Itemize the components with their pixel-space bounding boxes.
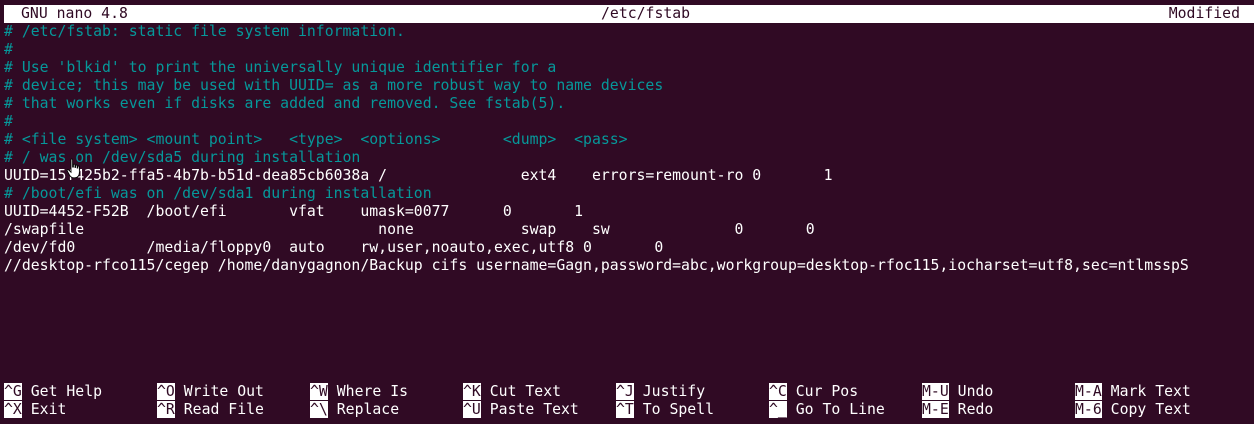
shortcut-label: Read File [183,401,264,418]
shortcut-label: Write Out [183,383,264,400]
shortcut-bar: ^G Get Help ^O Write Out ^W Where Is ^K … [0,383,1254,419]
shortcut-mark-text[interactable]: M-A Mark Text [1075,383,1191,401]
shortcut-key: ^K [463,383,481,400]
shortcut-key: ^\ [310,401,328,418]
editor-line[interactable]: # <file system> <mount point> <type> <op… [4,131,1254,149]
shortcut-label: Redo [957,401,994,418]
modified-status: Modified [1168,5,1240,22]
shortcut-copy-text[interactable]: M-6 Copy Text [1075,401,1191,419]
shortcut-write-out[interactable]: ^O Write Out [157,383,264,401]
shortcut-key: ^W [310,383,328,400]
shortcut-key: ^T [616,401,634,418]
editor-line[interactable]: # / was on /dev/sda5 during installation [4,149,1254,167]
shortcut-go-to-line[interactable]: ^_ Go To Line [769,401,885,419]
shortcut-redo[interactable]: M-E Redo [922,401,993,419]
editor-line[interactable]: /swapfile none swap sw 0 0 [4,221,1254,239]
shortcut-label: Paste Text [489,401,579,418]
editor-line[interactable]: # /boot/efi was on /dev/sda1 during inst… [4,185,1254,203]
shortcut-label: To Spell [642,401,715,418]
shortcut-key: ^R [157,401,175,418]
hand-pointer-icon [66,158,80,179]
shortcut-label: Exit [30,401,67,418]
shortcut-undo[interactable]: M-U Undo [922,383,993,401]
editor-line[interactable]: /dev/fd0 /media/floppy0 auto rw,user,noa… [4,239,1254,257]
editor-line[interactable]: # [4,41,1254,59]
editor-line[interactable]: # /etc/fstab: static file system informa… [4,23,1254,41]
shortcut-key: ^O [157,383,175,400]
shortcut-key: ^C [769,383,787,400]
shortcut-replace[interactable]: ^\ Replace [310,401,399,419]
shortcut-label: Undo [957,383,994,400]
shortcut-key: M-6 [1075,401,1102,418]
editor-line[interactable]: # [4,113,1254,131]
shortcut-label: Get Help [30,383,103,400]
editor-line[interactable]: UUID=15f425b2-ffa5-4b7b-b51d-dea85cb6038… [4,167,1254,185]
shortcut-key: ^U [463,401,481,418]
shortcut-label: Replace [336,401,400,418]
app-version: GNU nano 4.8 [21,5,128,22]
shortcut-label: Cur Pos [795,383,859,400]
shortcut-paste-text[interactable]: ^U Paste Text [463,401,579,419]
shortcut-label: Where Is [336,383,409,400]
editor-line[interactable]: # that works even if disks are added and… [4,95,1254,113]
shortcut-key: ^_ [769,401,787,418]
editor-area[interactable]: # /etc/fstab: static file system informa… [4,23,1254,275]
shortcut-read-file[interactable]: ^R Read File [157,401,264,419]
shortcut-label: Copy Text [1110,401,1191,418]
file-name: /etc/fstab [601,5,691,22]
shortcut-key: M-U [922,383,949,400]
shortcut-label: Mark Text [1110,383,1191,400]
shortcut-cut-text[interactable]: ^K Cut Text [463,383,561,401]
shortcut-key: ^G [4,383,22,400]
shortcut-key: M-E [922,401,949,418]
shortcut-label: Cut Text [489,383,562,400]
shortcut-key: ^J [616,383,634,400]
editor-line[interactable]: UUID=4452-F52B /boot/efi vfat umask=0077… [4,203,1254,221]
title-bar: GNU nano 4.8 /etc/fstab Modified [4,5,1254,23]
shortcut-label: Justify [642,383,706,400]
shortcut-cur-pos[interactable]: ^C Cur Pos [769,383,858,401]
shortcut-where-is[interactable]: ^W Where Is [310,383,408,401]
shortcut-exit[interactable]: ^X Exit [4,401,66,419]
shortcut-key: ^X [4,401,22,418]
editor-line[interactable]: //desktop-rfco115/cegep /home/danygagnon… [4,257,1254,275]
editor-line[interactable]: # Use 'blkid' to print the universally u… [4,59,1254,77]
shortcut-justify[interactable]: ^J Justify [616,383,705,401]
shortcut-key: M-A [1075,383,1102,400]
editor-line[interactable]: # device; this may be used with UUID= as… [4,77,1254,95]
shortcut-to-spell[interactable]: ^T To Spell [616,401,714,419]
shortcut-get-help[interactable]: ^G Get Help [4,383,102,401]
shortcut-label: Go To Line [795,401,885,418]
